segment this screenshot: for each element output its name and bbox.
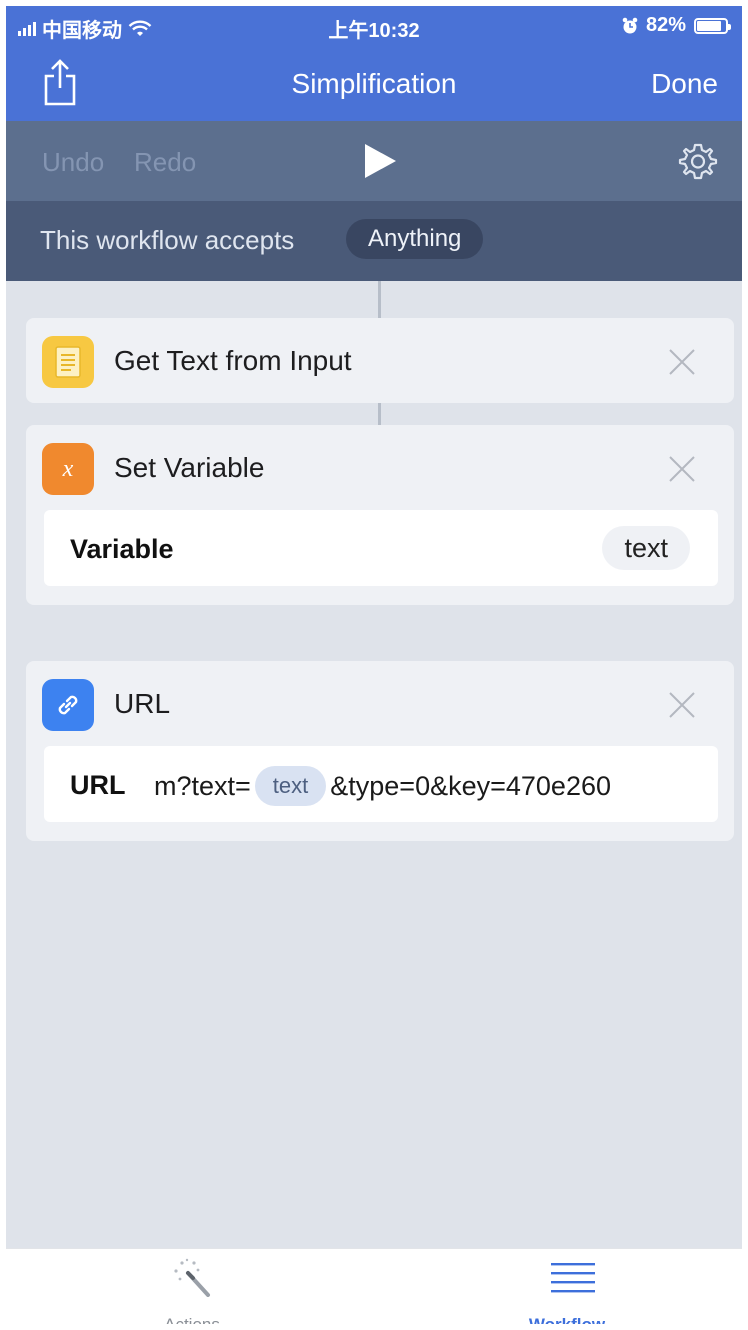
tab-label: Workflow: [467, 1315, 667, 1324]
battery-icon: [694, 17, 731, 34]
text-document-icon: [42, 336, 94, 388]
param-label: Variable: [70, 534, 174, 564]
accepts-type-pill[interactable]: Anything: [346, 219, 484, 259]
action-card-get-text[interactable]: Get Text from Input: [26, 318, 734, 403]
action-title: URL: [114, 688, 171, 719]
variable-name-field[interactable]: Variable text: [44, 510, 718, 586]
play-icon[interactable]: [362, 143, 398, 179]
flow-connector: [378, 281, 381, 318]
url-value[interactable]: m?text= text &type=0&key=470e260: [154, 766, 694, 806]
close-icon[interactable]: [668, 455, 696, 483]
url-prefix-text: m?text=: [154, 770, 251, 801]
action-title: Get Text from Input: [114, 345, 352, 376]
undo-button[interactable]: Undo: [42, 147, 104, 178]
action-card-header: x Set Variable: [26, 425, 734, 510]
param-label: URL: [70, 770, 126, 800]
redo-button[interactable]: Redo: [134, 147, 196, 178]
magic-wand-icon: [174, 1258, 210, 1297]
variable-x-icon: x: [42, 443, 94, 495]
variable-token[interactable]: text: [602, 526, 690, 570]
alarm-icon: [622, 17, 638, 33]
top-bar: 中国移动 上午10:32 82% Simplification Done: [6, 6, 742, 121]
gear-icon[interactable]: [678, 141, 718, 181]
tab-workflow[interactable]: Workflow: [467, 1249, 667, 1324]
action-card-url[interactable]: URL URL m?text= text &type=0&key=470e260: [26, 661, 734, 841]
flow-connector: [378, 403, 381, 425]
close-icon[interactable]: [668, 691, 696, 719]
workflow-title: Simplification: [291, 68, 457, 99]
app-screen: 中国移动 上午10:32 82% Simplification Done Und…: [6, 6, 742, 1324]
url-variable-token[interactable]: text: [254, 766, 327, 806]
close-icon[interactable]: [668, 348, 696, 376]
tab-label: Actions: [92, 1315, 292, 1324]
svg-text:x: x: [62, 456, 74, 482]
tab-actions[interactable]: Actions: [92, 1249, 292, 1324]
status-right: 82%: [622, 14, 731, 37]
action-card-set-variable[interactable]: x Set Variable Variable text: [26, 425, 734, 605]
action-title: Set Variable: [114, 452, 265, 483]
action-card-header: URL: [26, 661, 734, 746]
list-icon: [551, 1263, 595, 1293]
status-bar: 中国移动 上午10:32 82%: [6, 6, 742, 46]
url-suffix-text: &type=0&key=470e260: [330, 770, 611, 801]
action-card-header: Get Text from Input: [26, 318, 734, 403]
accepts-label: This workflow accepts: [40, 225, 295, 255]
link-icon: [42, 679, 94, 731]
nav-bar: Simplification Done: [6, 46, 742, 121]
input-types-bar[interactable]: This workflow accepts Anything: [6, 201, 742, 281]
tab-bar: Actions Workflow: [6, 1248, 742, 1324]
done-button[interactable]: Done: [651, 68, 718, 100]
battery-percent: 82%: [645, 14, 686, 36]
url-field[interactable]: URL m?text= text &type=0&key=470e260: [44, 746, 718, 822]
editor-toolbar: Undo Redo: [6, 121, 742, 201]
